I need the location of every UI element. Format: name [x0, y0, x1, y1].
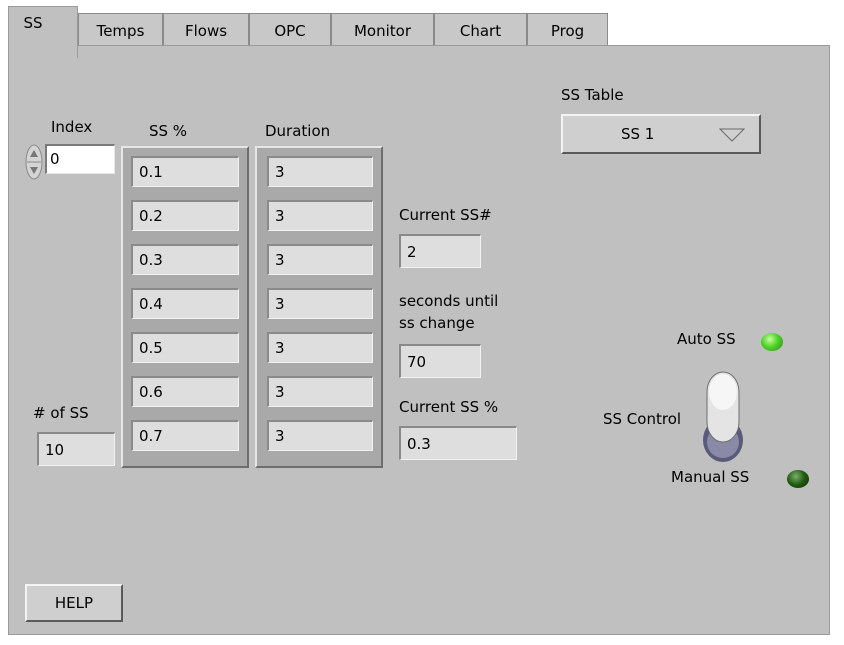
duration-header: Duration [265, 122, 331, 140]
ss-pct-cell[interactable]: 0.2 [131, 200, 239, 231]
tab-chart[interactable]: Chart [434, 13, 527, 47]
ss-pct-header: SS % [149, 122, 188, 140]
num-ss-indicator: 10 [37, 432, 115, 466]
num-ss-label: # of SS [33, 404, 89, 422]
help-button[interactable]: HELP [25, 584, 123, 622]
ss-pct-cell[interactable]: 0.3 [131, 244, 239, 275]
duration-cell[interactable]: 3 [267, 244, 373, 275]
tab-monitor[interactable]: Monitor [331, 13, 434, 47]
current-ss-pct-label: Current SS % [399, 398, 499, 416]
chevron-down-icon [718, 128, 746, 146]
current-ss-num-label: Current SS# [399, 206, 492, 224]
auto-ss-led [761, 333, 783, 351]
index-label: Index [51, 118, 93, 136]
index-stepper[interactable] [25, 143, 43, 181]
manual-ss-led [787, 470, 809, 488]
manual-ss-label: Manual SS [671, 468, 750, 486]
tab-prog[interactable]: Prog [527, 13, 608, 47]
tab-prog-label: Prog [550, 21, 585, 40]
duration-array: 3 3 3 3 3 3 3 [255, 146, 383, 468]
ss-table-dropdown[interactable]: SS 1 [561, 114, 761, 154]
ss-pct-cell[interactable]: 0.7 [131, 420, 239, 451]
auto-ss-label: Auto SS [677, 330, 736, 348]
tab-chart-label: Chart [459, 21, 502, 40]
increment-decrement-icon[interactable] [25, 143, 43, 181]
duration-cell[interactable]: 3 [267, 376, 373, 407]
tab-monitor-label: Monitor [353, 21, 412, 40]
ss-control-label: SS Control [603, 410, 682, 428]
ss-table-selected: SS 1 [621, 125, 655, 143]
current-ss-pct-indicator: 0.3 [399, 426, 517, 460]
ss-control-toggle[interactable] [699, 362, 747, 466]
duration-cell[interactable]: 3 [267, 332, 373, 363]
tab-flows[interactable]: Flows [163, 13, 249, 47]
tab-panel: Index 0 SS % Duration 0.1 0.2 0.3 0.4 0.… [8, 45, 830, 635]
seconds-until-indicator: 70 [399, 344, 481, 378]
current-ss-num-indicator: 2 [399, 234, 481, 268]
seconds-until-label-line2: ss change [399, 314, 475, 332]
tab-temps-label: Temps [96, 21, 145, 40]
duration-cell[interactable]: 3 [267, 156, 373, 187]
tab-opc-label: OPC [274, 21, 306, 40]
duration-cell[interactable]: 3 [267, 200, 373, 231]
ss-pct-cell[interactable]: 0.5 [131, 332, 239, 363]
ss-pct-cell[interactable]: 0.1 [131, 156, 239, 187]
toggle-switch-icon[interactable] [699, 362, 747, 466]
ss-pct-cell[interactable]: 0.6 [131, 376, 239, 407]
ss-pct-array: 0.1 0.2 0.3 0.4 0.5 0.6 0.7 [121, 146, 249, 468]
index-input[interactable]: 0 [45, 144, 115, 174]
seconds-until-label-line1: seconds until [399, 292, 499, 310]
tab-ss[interactable]: SS [8, 6, 78, 58]
duration-cell[interactable]: 3 [267, 288, 373, 319]
ss-table-label: SS Table [561, 86, 624, 104]
tab-ss-label: SS [23, 13, 43, 32]
ss-pct-cell[interactable]: 0.4 [131, 288, 239, 319]
tab-temps[interactable]: Temps [78, 13, 163, 47]
duration-cell[interactable]: 3 [267, 420, 373, 451]
tab-opc[interactable]: OPC [249, 13, 331, 47]
tab-flows-label: Flows [184, 21, 228, 40]
